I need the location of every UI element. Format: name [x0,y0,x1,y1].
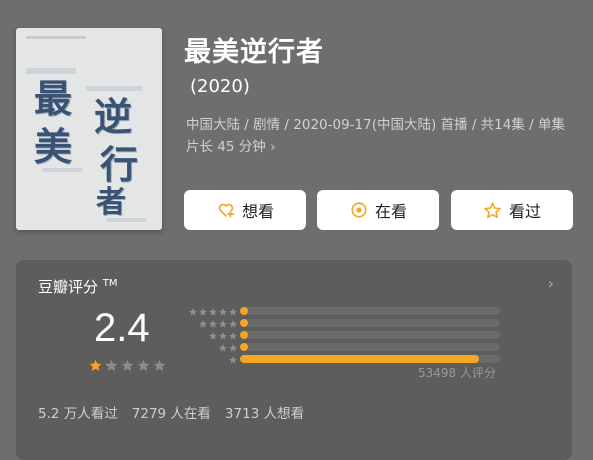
chevron-right-icon[interactable]: › [548,274,554,293]
distribution-bar-fill [240,355,480,363]
release-year: (2020) [190,76,250,97]
watched-count[interactable]: 5.2 万人看过 [38,402,118,422]
distribution-row-1-star [178,354,500,364]
distribution-bar-track [240,331,500,339]
page-title: 最美逆行者 [184,37,324,68]
rating-panel[interactable]: 豆瓣评分 TM › 2.4 53498 人评分 5.2 万人看过 7279 人在… [16,260,572,460]
meta-text: 中国大陆 / 剧情 / 2020-09-17(中国大陆) 首播 / 共14集 /… [186,117,565,155]
rating-star-icon [120,358,135,373]
poster-title-char: 者 [96,185,126,220]
rating-star-icon [104,358,119,373]
watching-count[interactable]: 7279 人在看 [132,402,211,422]
rating-star-icon [136,358,151,373]
want-to-watch-label: 想看 [241,202,274,221]
poster-image[interactable]: 最 美 逆 行 者 [16,28,162,230]
poster-decoration [86,86,142,91]
show-meta-info[interactable]: 中国大陆 / 剧情 / 2020-09-17(中国大陆) 首播 / 共14集 /… [186,114,578,158]
distribution-bar-track [240,355,500,363]
rating-panel-title: 豆瓣评分 TM [38,276,118,297]
want-to-watch-button[interactable]: 想看 [184,190,306,230]
distribution-bar-fill [240,343,248,351]
trademark-mark: TM [102,278,118,289]
distribution-bar-track [240,343,500,351]
watching-button[interactable]: 在看 [317,190,439,230]
distribution-bar-fill [240,331,248,339]
rating-star-icon [88,358,103,373]
rating-count[interactable]: 53498 人评分 [418,364,496,381]
watching-label: 在看 [374,202,407,221]
rating-title-text: 豆瓣评分 [38,278,99,296]
distribution-bar-fill [240,319,248,327]
poster-title-char: 最 [34,76,73,121]
heart-plus-icon [216,200,236,220]
watched-button[interactable]: 看过 [451,190,573,230]
poster-title-char: 行 [100,142,139,187]
distribution-bar-track [240,319,500,327]
watched-label: 看过 [508,202,541,221]
star-outline-icon [483,200,503,220]
want-count[interactable]: 3713 人想看 [225,402,304,422]
distribution-star-label [178,350,238,369]
small-star-icon [228,350,238,369]
poster-decoration [26,36,86,39]
poster-decoration [26,68,76,74]
rating-stars [88,358,167,373]
target-circle-icon [349,200,369,220]
distribution-bar-fill [240,307,248,315]
poster-title-char: 美 [34,124,73,169]
watch-stats: 5.2 万人看过 7279 人在看 3713 人想看 [38,402,304,422]
chevron-right-icon: › [270,139,276,155]
distribution-bar-track [240,307,500,315]
poster-title-char: 逆 [94,94,133,139]
rating-star-icon [152,358,167,373]
rating-score: 2.4 [94,306,150,350]
